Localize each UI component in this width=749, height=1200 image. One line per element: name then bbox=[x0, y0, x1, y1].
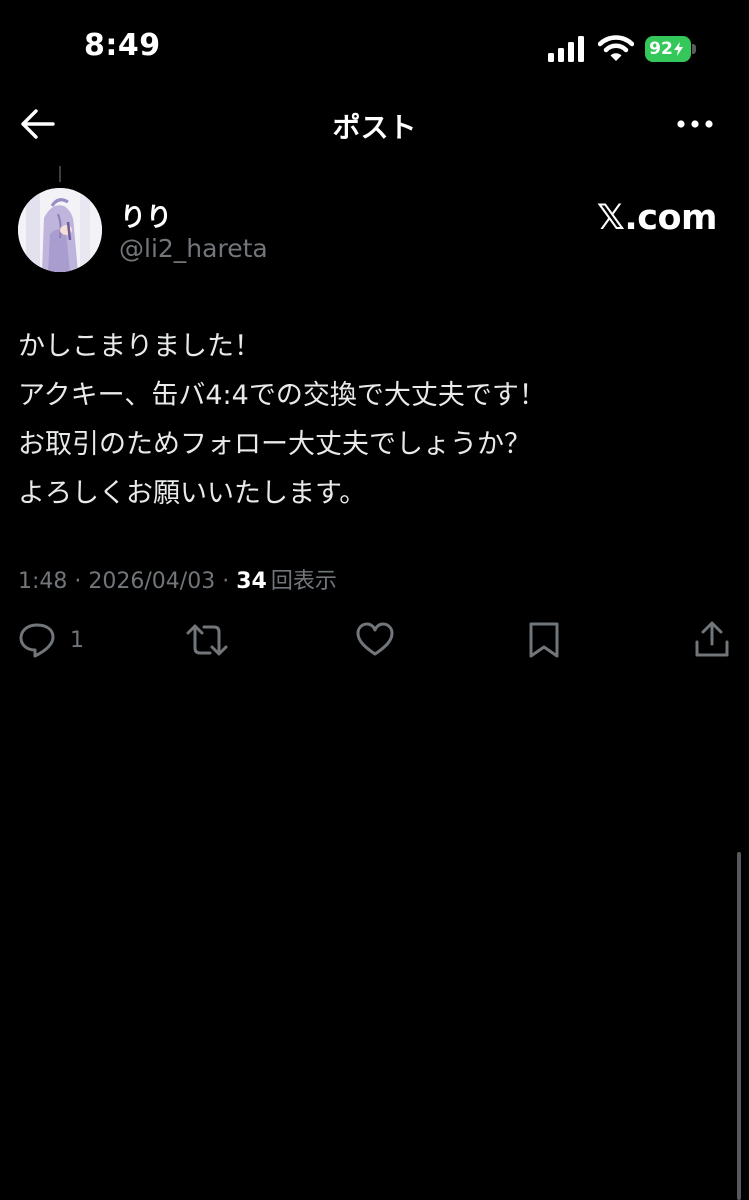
charging-bolt-icon bbox=[673, 42, 683, 56]
status-time: 8:49 bbox=[84, 28, 161, 63]
thread-connector-line bbox=[59, 166, 61, 182]
post-meta: 1:48 · 2026/04/03 · 34 回表示 bbox=[18, 563, 337, 595]
post-date: 2026/04/03 bbox=[88, 569, 216, 594]
meta-separator: · bbox=[67, 569, 89, 594]
battery-level: 92 bbox=[649, 39, 673, 59]
wifi-icon bbox=[598, 35, 634, 61]
bookmark-button[interactable] bbox=[527, 620, 561, 660]
post-text-line: アクキー、缶バ4:4での交換で大丈夫です！ bbox=[18, 380, 546, 411]
bookmark-icon bbox=[529, 622, 559, 658]
post-text: かしこまりました！ アクキー、缶バ4:4での交換で大丈夫です！ お取引のためフォ… bbox=[18, 322, 728, 518]
meta-separator: · bbox=[215, 569, 237, 594]
status-bar: 8:49 92 bbox=[0, 0, 749, 100]
reply-count: 1 bbox=[70, 627, 84, 653]
page-title: ポスト bbox=[332, 111, 417, 144]
avatar-illustration bbox=[18, 188, 102, 272]
author-display-name[interactable]: りり bbox=[120, 197, 172, 234]
cellular-signal-icon bbox=[548, 36, 584, 62]
battery-tip bbox=[692, 44, 696, 54]
more-options-button[interactable] bbox=[676, 116, 714, 135]
nav-bar: ポスト bbox=[0, 100, 749, 150]
share-icon bbox=[695, 621, 729, 657]
avatar[interactable] bbox=[18, 188, 102, 272]
like-button[interactable] bbox=[355, 620, 395, 660]
post-time: 1:48 bbox=[18, 569, 68, 594]
battery-icon: 92 bbox=[645, 36, 691, 62]
reply-icon bbox=[19, 623, 55, 658]
repost-icon bbox=[186, 624, 228, 656]
post-text-line: お取引のためフォロー大丈夫でしょうか？ bbox=[18, 429, 531, 460]
repost-button[interactable] bbox=[186, 620, 228, 660]
more-dots-icon bbox=[677, 120, 713, 128]
share-button[interactable] bbox=[694, 620, 730, 660]
views-count[interactable]: 34 bbox=[236, 569, 267, 594]
post-text-line: かしこまりました！ bbox=[18, 331, 261, 362]
views-label: 回表示 bbox=[270, 569, 337, 594]
reply-button[interactable]: 1 bbox=[18, 620, 84, 660]
scroll-indicator[interactable] bbox=[737, 852, 741, 1200]
action-bar: 1 bbox=[0, 620, 749, 668]
post-text-line: よろしくお願いいたします。 bbox=[18, 478, 367, 509]
like-icon bbox=[356, 622, 394, 656]
author-handle[interactable]: @li2_hareta bbox=[119, 234, 268, 263]
source-label: 𝕏.com bbox=[596, 198, 718, 238]
